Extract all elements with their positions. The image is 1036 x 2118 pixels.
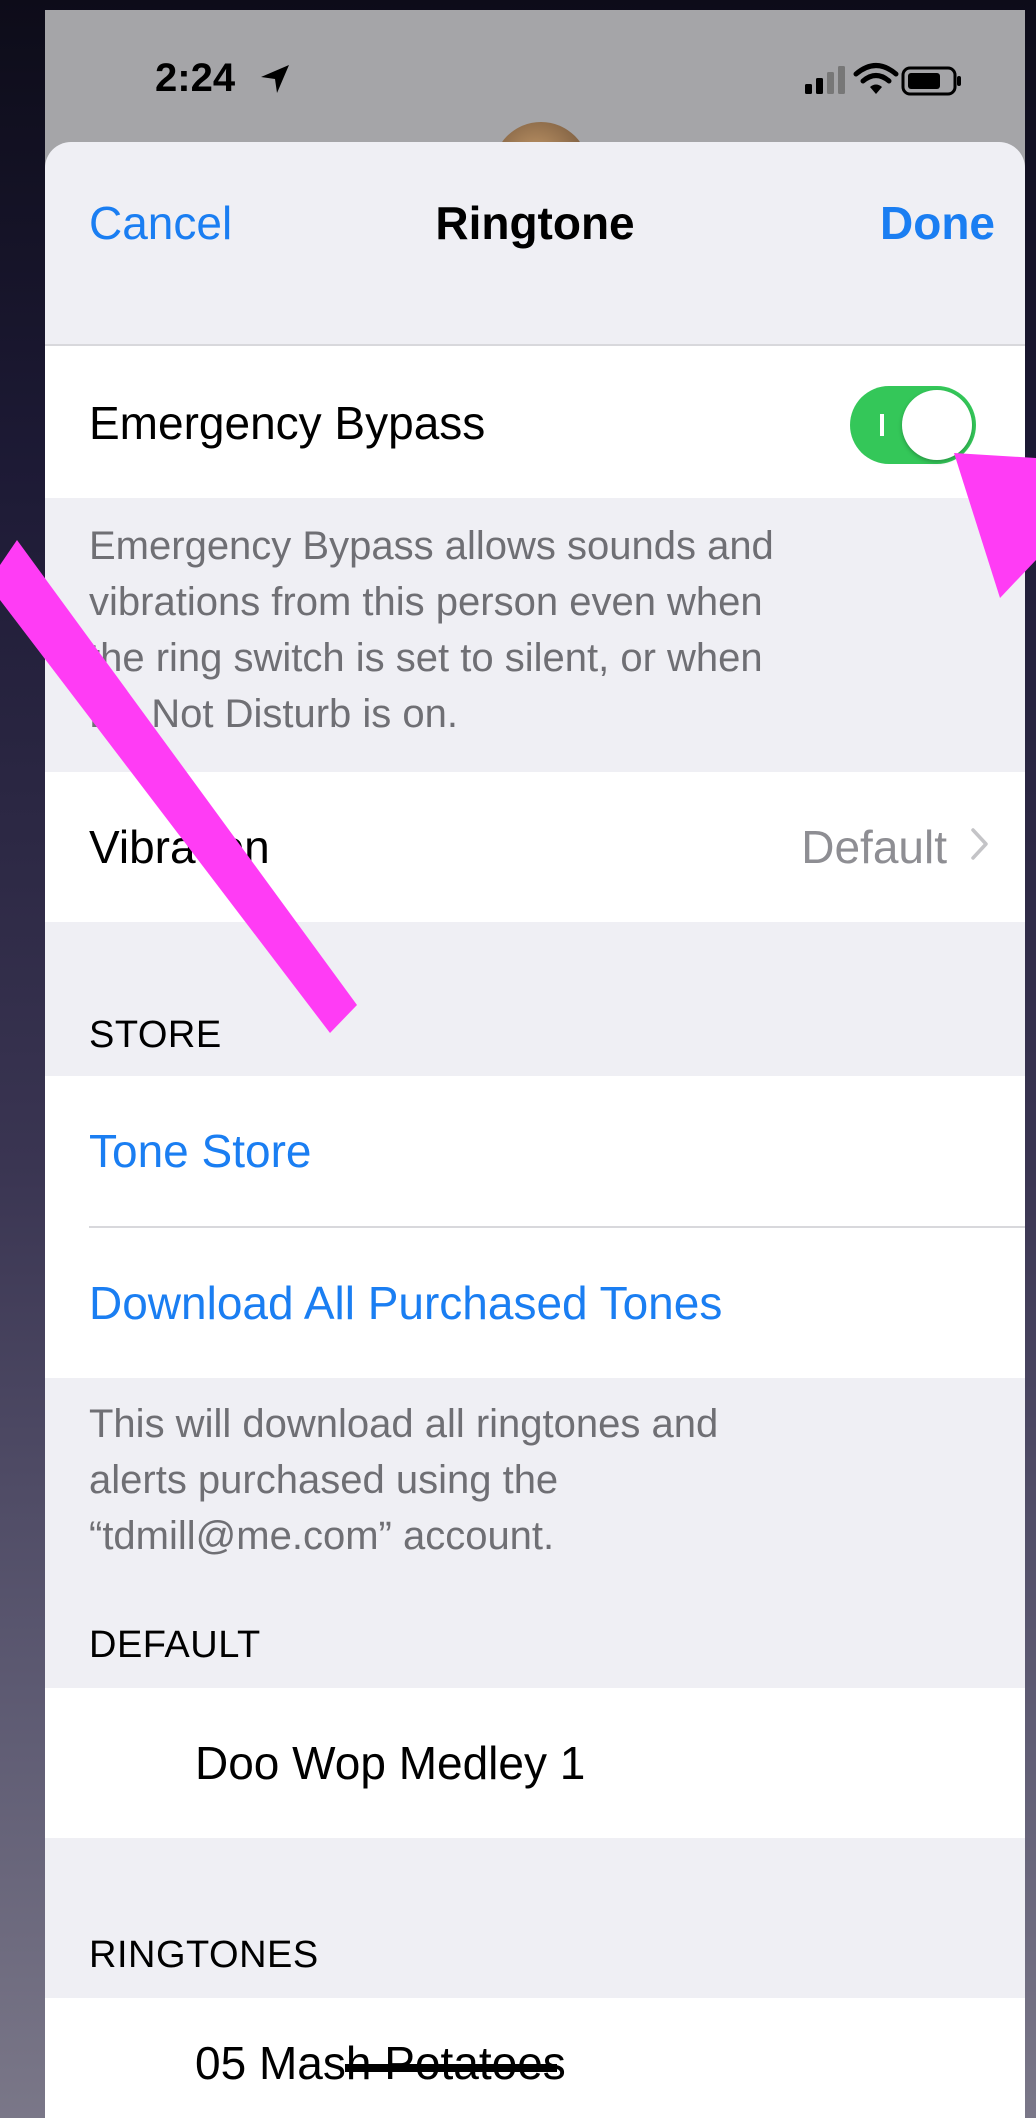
toggle-knob <box>902 390 972 460</box>
vibration-value: Default <box>801 821 947 873</box>
status-icons <box>765 60 965 100</box>
vibration-label: Vibration <box>89 821 270 873</box>
ringtone-label: 05 Mash Potatoes <box>195 2037 566 2089</box>
tone-store-row[interactable]: Tone Store <box>45 1076 1025 1226</box>
footer-line: vibrations from this person even when <box>89 580 763 624</box>
chevron-right-icon <box>971 828 988 860</box>
store-group: Tone Store Download All Purchased Tones <box>45 1076 1025 1378</box>
footer-line: Do Not Disturb is on. <box>89 692 459 736</box>
cellular-signal-icon <box>805 66 845 94</box>
nav-bar: Cancel Ringtone Done <box>45 142 1025 346</box>
ringtones-section-header: RINGTONES <box>89 1934 319 1976</box>
download-all-row[interactable]: Download All Purchased Tones <box>45 1228 1025 1378</box>
store-footer: This will download all ringtones and ale… <box>89 1396 989 1564</box>
footer-line: This will download all ringtones and <box>89 1402 719 1446</box>
footer-line: “tdmill@me.com” account. <box>89 1514 555 1558</box>
phone-screen: 2:24 Cancel Ringtone Done Emergency Bypa… <box>45 10 1025 2118</box>
ringtone-row[interactable]: 05 Mash Potatoes <box>45 1998 1025 2118</box>
store-section-header: STORE <box>89 1014 222 1056</box>
toggle-on-mark <box>880 414 884 436</box>
location-arrow-icon <box>261 65 289 93</box>
download-all-link: Download All Purchased Tones <box>89 1277 723 1329</box>
strike-mark <box>345 2064 557 2072</box>
default-section-header: DEFAULT <box>89 1624 261 1666</box>
emergency-bypass-toggle[interactable] <box>850 386 976 464</box>
emergency-bypass-row: Emergency Bypass <box>45 346 1025 498</box>
footer-line: alerts purchased using the <box>89 1458 559 1502</box>
footer-line: Emergency Bypass allows sounds and <box>89 524 774 568</box>
emergency-bypass-label: Emergency Bypass <box>89 397 486 449</box>
vibration-row[interactable]: Vibration Default <box>45 772 1025 922</box>
done-button[interactable]: Done <box>880 196 995 250</box>
ringtone-sheet: Cancel Ringtone Done Emergency Bypass Em… <box>45 142 1025 2118</box>
page-title: Ringtone <box>435 197 635 249</box>
default-ringtone-label: Doo Wop Medley 1 <box>195 1737 586 1789</box>
emergency-bypass-footer: Emergency Bypass allows sounds and vibra… <box>89 518 989 742</box>
battery-icon <box>901 66 961 96</box>
footer-line: the ring switch is set to silent, or whe… <box>89 636 763 680</box>
tone-store-link: Tone Store <box>89 1125 312 1177</box>
status-time: 2:24 <box>155 56 236 100</box>
wifi-icon <box>853 63 899 94</box>
default-ringtone-row[interactable]: Doo Wop Medley 1 <box>45 1688 1025 1838</box>
